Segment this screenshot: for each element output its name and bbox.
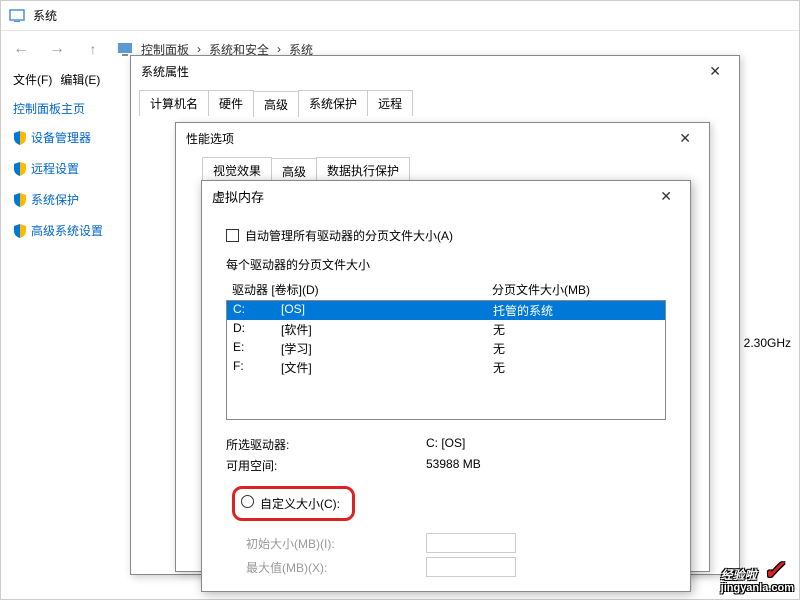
custom-size-label: 自定义大小(C): xyxy=(260,495,340,512)
forward-button[interactable]: → xyxy=(45,37,69,61)
close-button[interactable]: ✕ xyxy=(671,128,699,149)
menu-edit[interactable]: 编辑(E) xyxy=(60,71,100,88)
sysprops-tabs: 计算机名 硬件 高级 系统保护 远程 xyxy=(139,90,731,116)
drive-list[interactable]: C: [OS] 托管的系统 D: [软件] 无 E: [学习] 无 F: [文件… xyxy=(226,300,666,420)
tab-remote[interactable]: 远程 xyxy=(367,90,413,116)
watermark: 经验啦 ✓ jingyanla.com xyxy=(721,557,794,594)
selected-drive-value: C: [OS] xyxy=(426,436,666,453)
sidebar-item-label: 系统保护 xyxy=(31,191,79,208)
selected-drive-row: 所选驱动器: C: [OS] xyxy=(226,436,666,453)
drive-row[interactable]: E: [学习] 无 xyxy=(227,339,665,358)
up-button[interactable]: ↑ xyxy=(81,37,105,61)
check-icon: ✓ xyxy=(763,555,785,585)
sidebar-item-label: 高级系统设置 xyxy=(31,222,103,239)
col-drive: 驱动器 [卷标](D) xyxy=(232,281,492,298)
drive-row[interactable]: D: [软件] 无 xyxy=(227,320,665,339)
tab-hardware[interactable]: 硬件 xyxy=(208,90,254,116)
drives-section-label: 每个驱动器的分页文件大小 xyxy=(226,256,666,273)
initial-size-label: 初始大小(MB)(I): xyxy=(246,535,426,552)
main-titlebar: 系统 xyxy=(1,1,799,31)
sysprops-titlebar: 系统属性 ✕ xyxy=(131,56,739,86)
tab-computer-name[interactable]: 计算机名 xyxy=(139,90,209,116)
shield-icon xyxy=(13,193,27,207)
shield-icon xyxy=(13,131,27,145)
custom-size-row[interactable]: 自定义大小(C): xyxy=(226,482,666,525)
vm-title: 虚拟内存 xyxy=(212,187,264,206)
free-space-row: 可用空间: 53988 MB xyxy=(226,457,666,474)
free-space-label: 可用空间: xyxy=(226,457,426,474)
menu-file[interactable]: 文件(F) xyxy=(13,71,52,88)
sidebar-item-advanced[interactable]: 高级系统设置 xyxy=(13,222,133,239)
shield-icon xyxy=(13,224,27,238)
sidebar-item-protection[interactable]: 系统保护 xyxy=(13,191,133,208)
sidebar-item-device-manager[interactable]: 设备管理器 xyxy=(13,129,133,146)
custom-size-radio[interactable] xyxy=(241,495,254,508)
free-space-value: 53988 MB xyxy=(426,457,666,474)
max-size-row: 最大值(MB)(X): xyxy=(246,557,666,577)
drive-row[interactable]: F: [文件] 无 xyxy=(227,358,665,377)
sidebar-title[interactable]: 控制面板主页 xyxy=(13,100,133,117)
back-button[interactable]: ← xyxy=(9,37,33,61)
virtual-memory-window: 虚拟内存 ✕ 自动管理所有驱动器的分页文件大小(A) 每个驱动器的分页文件大小 … xyxy=(201,180,691,592)
initial-size-row: 初始大小(MB)(I): xyxy=(246,533,666,553)
tab-advanced[interactable]: 高级 xyxy=(253,91,299,117)
col-page: 分页文件大小(MB) xyxy=(492,281,660,298)
vm-content: 自动管理所有驱动器的分页文件大小(A) 每个驱动器的分页文件大小 驱动器 [卷标… xyxy=(202,211,690,597)
system-icon xyxy=(9,8,25,24)
auto-manage-row[interactable]: 自动管理所有驱动器的分页文件大小(A) xyxy=(226,227,666,244)
tab-protection[interactable]: 系统保护 xyxy=(298,90,368,116)
sidebar-item-label: 设备管理器 xyxy=(31,129,91,146)
drive-row[interactable]: C: [OS] 托管的系统 xyxy=(227,301,665,320)
auto-manage-label: 自动管理所有驱动器的分页文件大小(A) xyxy=(245,227,453,244)
perf-titlebar: 性能选项 ✕ xyxy=(176,123,709,153)
perf-title: 性能选项 xyxy=(186,130,234,147)
max-size-input[interactable] xyxy=(426,557,516,577)
vm-titlebar: 虚拟内存 ✕ xyxy=(202,181,690,211)
sidebar: 控制面板主页 设备管理器 远程设置 系统保护 高级系统设置 xyxy=(13,100,133,253)
close-button[interactable]: ✕ xyxy=(652,186,680,207)
highlight-annotation: 自定义大小(C): xyxy=(232,486,355,521)
max-size-label: 最大值(MB)(X): xyxy=(246,559,426,576)
sidebar-item-remote[interactable]: 远程设置 xyxy=(13,160,133,177)
shield-icon xyxy=(13,162,27,176)
sidebar-item-label: 远程设置 xyxy=(31,160,79,177)
drive-list-header: 驱动器 [卷标](D) 分页文件大小(MB) xyxy=(226,279,666,300)
sysprops-title: 系统属性 xyxy=(141,63,189,80)
window-title: 系统 xyxy=(33,7,57,24)
close-button[interactable]: ✕ xyxy=(701,61,729,82)
cpu-info: ) 2.30GHz xyxy=(736,336,791,350)
initial-size-input[interactable] xyxy=(426,533,516,553)
auto-manage-checkbox[interactable] xyxy=(226,229,239,242)
selected-drive-label: 所选驱动器: xyxy=(226,436,426,453)
